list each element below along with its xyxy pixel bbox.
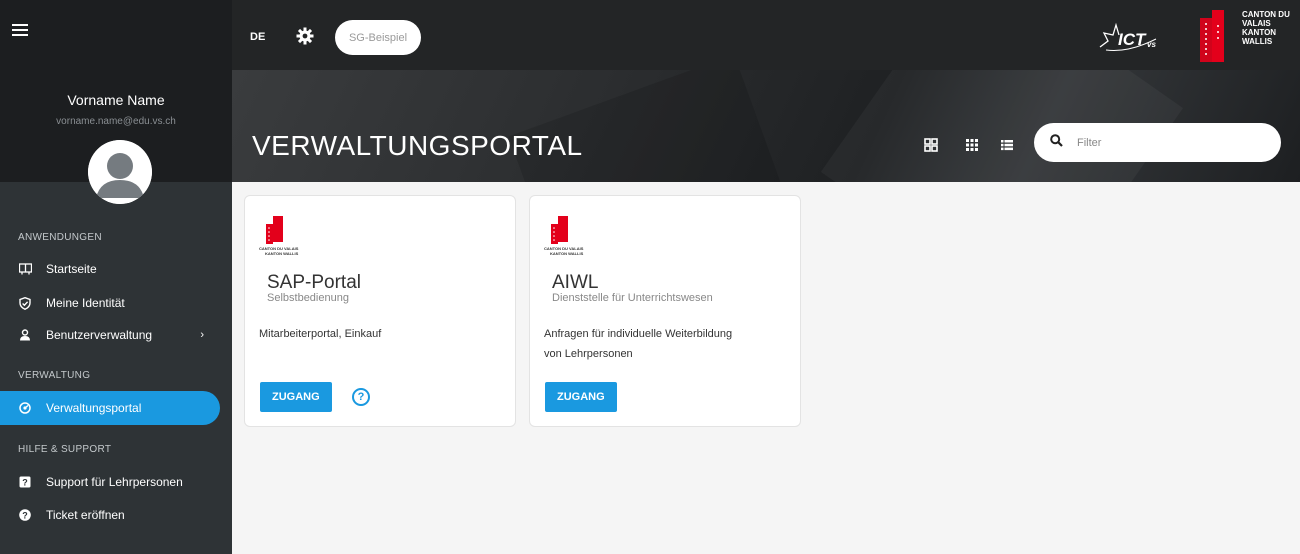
zugang-button[interactable]: ZUGANG (260, 382, 332, 412)
ictvs-logo: ICT vs (1099, 22, 1156, 51)
sidebar: Vorname Name vorname.name@edu.vs.ch ANWE… (0, 0, 232, 554)
sidebar-item-meine-identitaet[interactable]: Meine Identität (0, 286, 220, 320)
grid-small-view-icon[interactable] (965, 138, 979, 152)
section-hilfe-support: HILFE & SUPPORT (18, 444, 112, 455)
zugang-button[interactable]: ZUGANG (545, 382, 617, 412)
svg-text:?: ? (22, 511, 28, 521)
dashboard-icon (18, 401, 32, 415)
sidebar-item-startseite[interactable]: Startseite (0, 252, 220, 286)
user-email: vorname.name@edu.vs.ch (56, 116, 176, 127)
canton-line-1: CANTON DU VALAIS (1242, 10, 1290, 28)
filter-box[interactable] (1034, 123, 1281, 162)
sidebar-item-label: Benutzerverwaltung (46, 328, 153, 342)
card-logo-text: CANTON DU VALAIS KANTON WALLIS (544, 246, 583, 256)
sidebar-item-label: Ticket eröffnen (46, 508, 125, 522)
card-logo-text: CANTON DU VALAIS KANTON WALLIS (259, 246, 298, 256)
sidebar-item-label: Startseite (46, 262, 97, 276)
card-title: AIWL (552, 272, 599, 293)
card-description: Mitarbeiterportal, Einkauf (259, 328, 382, 340)
card-logo-line2: KANTON WALLIS (265, 251, 299, 256)
sidebar-item-label: Support für Lehrpersonen (46, 475, 183, 489)
chevron-right-icon: › (200, 329, 204, 341)
card-title: SAP-Portal (267, 272, 361, 293)
user-panel: Vorname Name vorname.name@edu.vs.ch (0, 0, 232, 204)
canton-line-2: KANTON WALLIS (1242, 28, 1277, 46)
sidebar-item-verwaltungsportal[interactable]: Verwaltungsportal (0, 391, 220, 425)
book-open-icon (18, 262, 32, 276)
app-card-aiwl: CANTON DU VALAIS KANTON WALLIS AIWL Dien… (529, 195, 801, 427)
avatar[interactable] (88, 140, 152, 204)
card-description: Anfragen für individuelle Weiterbildung … (544, 328, 733, 360)
section-verwaltung: VERWALTUNG (18, 370, 91, 381)
page-header-banner: VERWALTUNGSPORTAL (232, 70, 1300, 182)
sg-selector[interactable]: SG-Beispiel (335, 20, 421, 55)
help-circle-icon[interactable]: ? (352, 388, 370, 406)
svg-text:ICT: ICT (1118, 30, 1147, 49)
language-selector[interactable]: DE (250, 31, 265, 43)
question-square-icon: ? (18, 475, 32, 489)
user-name: Vorname Name (67, 92, 165, 108)
card-subtitle: Selbstbedienung (267, 292, 349, 304)
user-silhouette-icon (88, 140, 152, 204)
sidebar-item-support-lehrpersonen[interactable]: ? Support für Lehrpersonen (0, 465, 220, 499)
app-card-sap-portal: CANTON DU VALAIS KANTON WALLIS SAP-Porta… (244, 195, 516, 427)
menu-icon[interactable] (12, 24, 28, 36)
svg-text:?: ? (22, 478, 28, 488)
users-icon (18, 328, 32, 342)
grid-large-view-icon[interactable] (924, 138, 938, 152)
topbar: DE SG-Beispiel ICT vs CANTON DU VALAIS K… (232, 0, 1300, 70)
card-subtitle: Dienststelle für Unterrichtswesen (552, 292, 713, 304)
search-icon (1050, 133, 1063, 152)
sidebar-item-label: Meine Identität (46, 296, 125, 310)
filter-input[interactable] (1077, 136, 1257, 149)
question-circle-icon: ? (18, 508, 32, 522)
page-title: VERWALTUNGSPORTAL (252, 130, 583, 161)
shield-check-icon (18, 296, 32, 310)
sidebar-item-label: Verwaltungsportal (46, 401, 142, 415)
sidebar-item-benutzerverwaltung[interactable]: Benutzerverwaltung › (0, 318, 220, 352)
card-logo-line2: KANTON WALLIS (550, 251, 584, 256)
list-view-icon[interactable] (1000, 138, 1014, 152)
gear-icon[interactable] (296, 27, 314, 45)
canton-valais-logo (1200, 10, 1224, 62)
section-anwendungen: ANWENDUNGEN (18, 232, 102, 243)
canton-name: CANTON DU VALAIS KANTON WALLIS (1242, 10, 1300, 46)
sidebar-item-ticket-eroeffnen[interactable]: ? Ticket eröffnen (0, 498, 220, 532)
